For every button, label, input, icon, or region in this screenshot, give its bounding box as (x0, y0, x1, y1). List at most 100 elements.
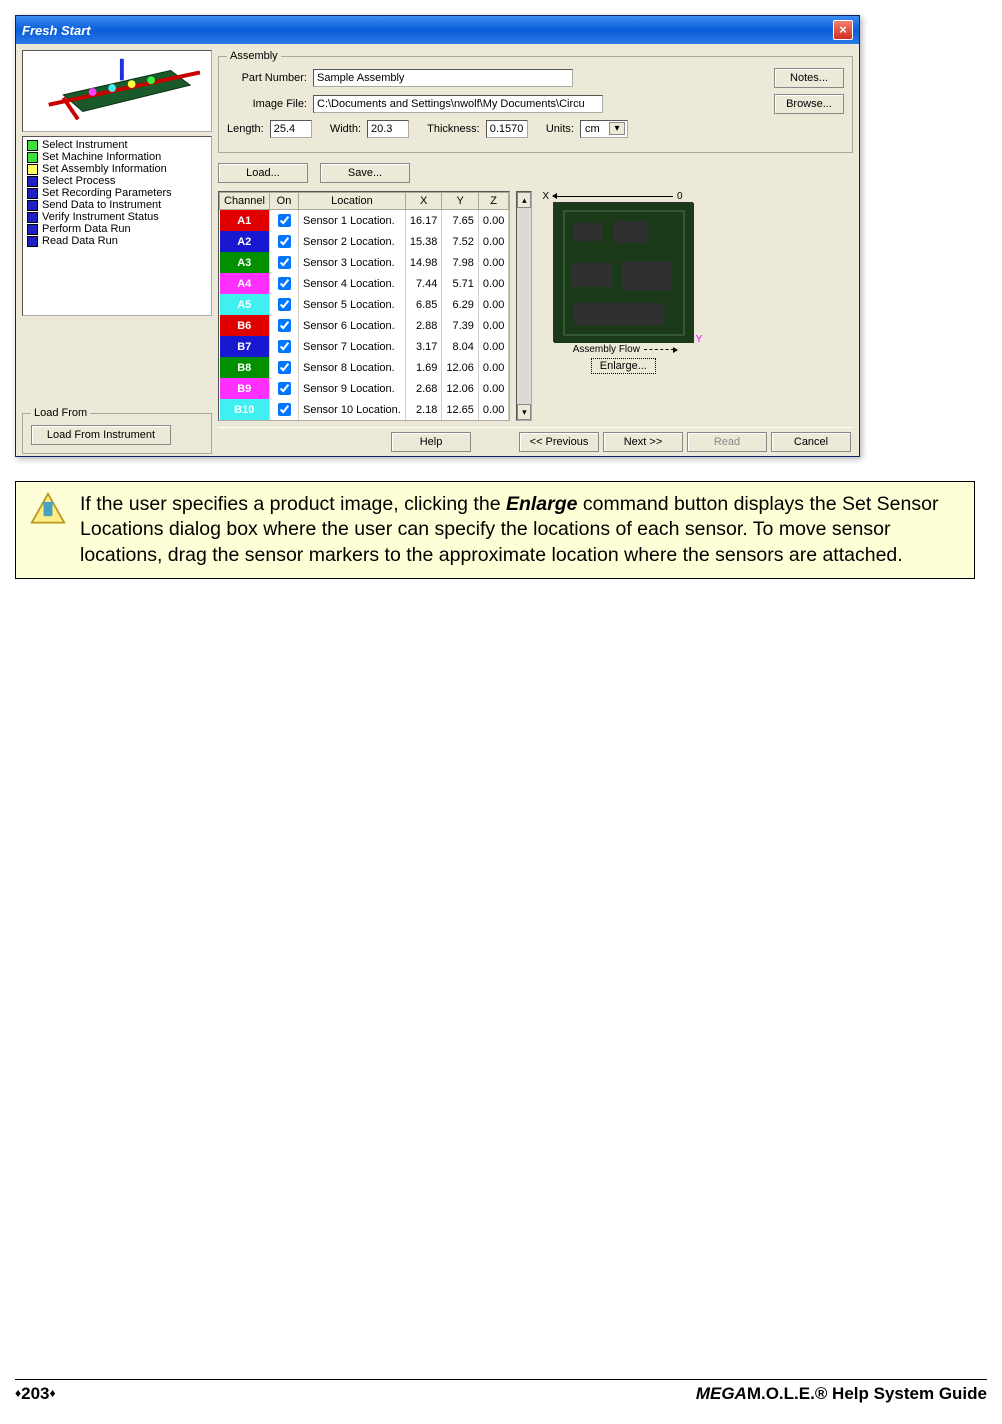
z-cell[interactable]: 0.00 (478, 252, 508, 273)
wizard-step[interactable]: Send Data to Instrument (25, 199, 209, 211)
location-cell[interactable]: Sensor 5 Location. (298, 294, 405, 315)
x-cell[interactable]: 1.69 (405, 357, 442, 378)
load-from-instrument-button[interactable]: Load From Instrument (31, 425, 171, 445)
load-button[interactable]: Load... (218, 163, 308, 183)
column-header[interactable]: Z (478, 193, 508, 210)
width-input[interactable] (367, 120, 409, 138)
location-cell[interactable]: Sensor 3 Location. (298, 252, 405, 273)
z-cell[interactable]: 0.00 (478, 294, 508, 315)
y-cell[interactable]: 12.65 (442, 399, 479, 420)
wizard-step[interactable]: Set Assembly Information (25, 163, 209, 175)
location-cell[interactable]: Sensor 1 Location. (298, 210, 405, 232)
scroll-up-icon[interactable]: ▴ (517, 192, 531, 208)
on-cell[interactable] (269, 378, 298, 399)
location-cell[interactable]: Sensor 8 Location. (298, 357, 405, 378)
z-cell[interactable]: 0.00 (478, 357, 508, 378)
preview-image[interactable]: Y (553, 202, 693, 342)
y-cell[interactable]: 12.06 (442, 357, 479, 378)
on-cell[interactable] (269, 231, 298, 252)
on-cell[interactable] (269, 357, 298, 378)
read-button[interactable]: Read (687, 432, 767, 452)
on-checkbox[interactable] (278, 361, 291, 374)
on-cell[interactable] (269, 273, 298, 294)
on-checkbox[interactable] (278, 214, 291, 227)
on-cell[interactable] (269, 294, 298, 315)
y-cell[interactable]: 6.29 (442, 294, 479, 315)
x-cell[interactable]: 3.17 (405, 336, 442, 357)
scroll-down-icon[interactable]: ▾ (517, 404, 531, 420)
on-cell[interactable] (269, 252, 298, 273)
next-button[interactable]: Next >> (603, 432, 683, 452)
wizard-step[interactable]: Read Data Run (25, 235, 209, 247)
location-cell[interactable]: Sensor 10 Location. (298, 399, 405, 420)
x-cell[interactable]: 15.38 (405, 231, 442, 252)
y-cell[interactable]: 7.65 (442, 210, 479, 232)
thickness-input[interactable] (486, 120, 528, 138)
x-cell[interactable]: 14.98 (405, 252, 442, 273)
y-cell[interactable]: 12.06 (442, 378, 479, 399)
z-cell[interactable]: 0.00 (478, 399, 508, 420)
location-cell[interactable]: Sensor 4 Location. (298, 273, 405, 294)
x-cell[interactable]: 2.18 (405, 399, 442, 420)
table-row[interactable]: B6Sensor 6 Location.2.887.390.00 (220, 315, 509, 336)
location-cell[interactable]: Sensor 9 Location. (298, 378, 405, 399)
wizard-step[interactable]: Set Machine Information (25, 151, 209, 163)
z-cell[interactable]: 0.00 (478, 315, 508, 336)
on-cell[interactable] (269, 336, 298, 357)
length-input[interactable] (270, 120, 312, 138)
table-row[interactable]: B9Sensor 9 Location.2.6812.060.00 (220, 378, 509, 399)
image-file-input[interactable] (313, 95, 603, 113)
on-checkbox[interactable] (278, 403, 291, 416)
column-header[interactable]: Y (442, 193, 479, 210)
browse-button[interactable]: Browse... (774, 94, 844, 114)
close-icon[interactable]: × (833, 20, 853, 40)
x-cell[interactable]: 7.44 (405, 273, 442, 294)
wizard-step[interactable]: Verify Instrument Status (25, 211, 209, 223)
table-row[interactable]: A3Sensor 3 Location.14.987.980.00 (220, 252, 509, 273)
save-button[interactable]: Save... (320, 163, 410, 183)
on-checkbox[interactable] (278, 340, 291, 353)
y-cell[interactable]: 7.52 (442, 231, 479, 252)
wizard-step[interactable]: Select Process (25, 175, 209, 187)
table-row[interactable]: B7Sensor 7 Location.3.178.040.00 (220, 336, 509, 357)
wizard-step[interactable]: Perform Data Run (25, 223, 209, 235)
y-cell[interactable]: 7.98 (442, 252, 479, 273)
notes-button[interactable]: Notes... (774, 68, 844, 88)
table-row[interactable]: B8Sensor 8 Location.1.6912.060.00 (220, 357, 509, 378)
y-cell[interactable]: 8.04 (442, 336, 479, 357)
table-scrollbar[interactable]: ▴ ▾ (516, 191, 532, 421)
location-cell[interactable]: Sensor 2 Location. (298, 231, 405, 252)
table-row[interactable]: A5Sensor 5 Location.6.856.290.00 (220, 294, 509, 315)
location-cell[interactable]: Sensor 7 Location. (298, 336, 405, 357)
enlarge-button[interactable]: Enlarge... (591, 358, 656, 374)
table-row[interactable]: A1Sensor 1 Location.16.177.650.00 (220, 210, 509, 232)
on-checkbox[interactable] (278, 319, 291, 332)
on-checkbox[interactable] (278, 277, 291, 290)
on-checkbox[interactable] (278, 235, 291, 248)
z-cell[interactable]: 0.00 (478, 378, 508, 399)
x-cell[interactable]: 6.85 (405, 294, 442, 315)
x-cell[interactable]: 2.88 (405, 315, 442, 336)
y-cell[interactable]: 7.39 (442, 315, 479, 336)
location-cell[interactable]: Sensor 6 Location. (298, 315, 405, 336)
table-row[interactable]: B10Sensor 10 Location.2.1812.650.00 (220, 399, 509, 420)
previous-button[interactable]: << Previous (519, 432, 599, 452)
table-row[interactable]: A2Sensor 2 Location.15.387.520.00 (220, 231, 509, 252)
column-header[interactable]: Location (298, 193, 405, 210)
wizard-step[interactable]: Select Instrument (25, 139, 209, 151)
z-cell[interactable]: 0.00 (478, 210, 508, 232)
help-button[interactable]: Help (391, 432, 471, 452)
column-header[interactable]: X (405, 193, 442, 210)
y-cell[interactable]: 5.71 (442, 273, 479, 294)
on-checkbox[interactable] (278, 256, 291, 269)
z-cell[interactable]: 0.00 (478, 336, 508, 357)
wizard-step[interactable]: Set Recording Parameters (25, 187, 209, 199)
table-row[interactable]: A4Sensor 4 Location.7.445.710.00 (220, 273, 509, 294)
x-cell[interactable]: 2.68 (405, 378, 442, 399)
z-cell[interactable]: 0.00 (478, 231, 508, 252)
cancel-button[interactable]: Cancel (771, 432, 851, 452)
on-cell[interactable] (269, 399, 298, 420)
units-select[interactable]: cm (580, 120, 628, 138)
column-header[interactable]: On (269, 193, 298, 210)
z-cell[interactable]: 0.00 (478, 273, 508, 294)
